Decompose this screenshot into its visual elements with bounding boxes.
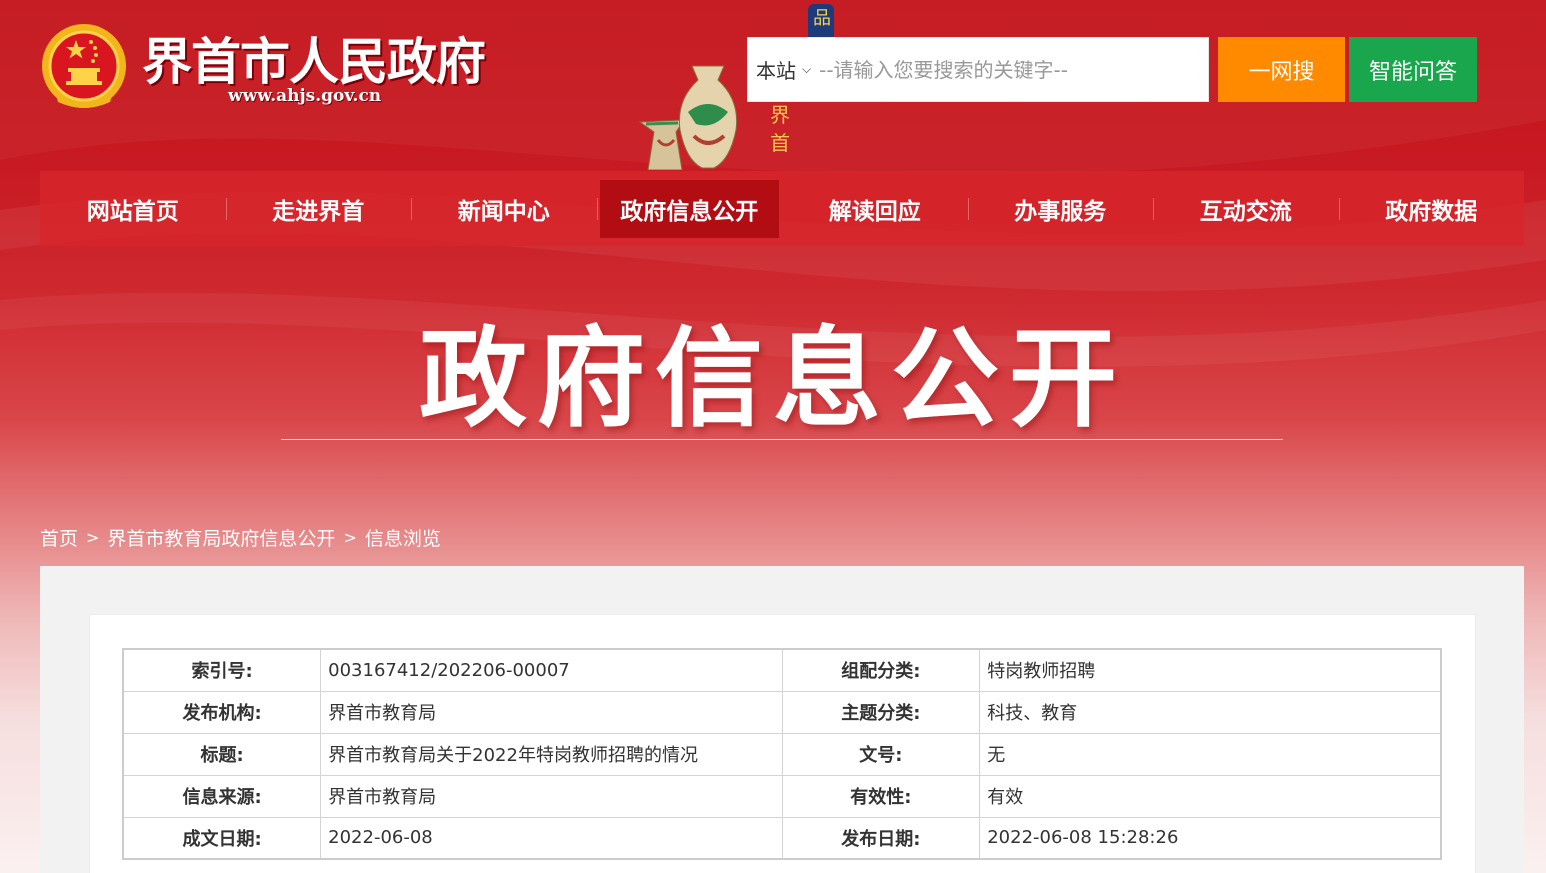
meta-value: 有效 xyxy=(979,774,1442,818)
nav-separator xyxy=(596,197,598,220)
site-url: www.ahjs.gov.cn xyxy=(228,86,382,106)
nav-item-interpretation[interactable]: 解读回应 xyxy=(785,180,969,238)
nav-item-interaction[interactable]: 互动交流 xyxy=(1156,180,1340,238)
table-row: 成文日期: 2022-06-08 发布日期: 2022-06-08 15:28:… xyxy=(122,816,1442,860)
meta-value: 2022-06-08 15:28:26 xyxy=(979,816,1442,860)
table-row: 索引号: 003167412/202206-00007 组配分类: 特岗教师招聘 xyxy=(122,648,1442,692)
breadcrumb: 首页 > 界首市教育局政府信息公开 > 信息浏览 xyxy=(40,524,441,551)
meta-value: 无 xyxy=(979,732,1442,776)
nav-item-services[interactable]: 办事服务 xyxy=(971,180,1154,238)
nav-label: 走进界首 xyxy=(272,198,365,225)
nav-label: 政府信息公开 xyxy=(620,198,759,225)
table-row: 信息来源: 界首市教育局 有效性: 有效 xyxy=(122,774,1442,818)
breadcrumb-separator: > xyxy=(343,528,357,547)
nav-item-gov-info[interactable]: 政府信息公开 xyxy=(599,179,779,238)
nav-item-home[interactable]: 网站首页 xyxy=(43,180,227,238)
meta-label: 主题分类: xyxy=(781,690,981,734)
meta-value: 003167412/202206-00007 xyxy=(320,648,783,692)
search-box: 本站 ⌵ xyxy=(747,37,1209,102)
search-input[interactable] xyxy=(819,38,1208,101)
nav-label: 新闻中心 xyxy=(457,198,550,225)
meta-label: 组配分类: xyxy=(781,648,981,692)
national-emblem-icon[interactable] xyxy=(40,22,128,114)
breadcrumb-home[interactable]: 首页 xyxy=(40,524,78,551)
nav-label: 办事服务 xyxy=(1014,198,1107,225)
meta-value: 科技、教育 xyxy=(979,690,1442,734)
smart-qa-button[interactable]: 智能问答 xyxy=(1349,37,1477,102)
breadcrumb-edu-bureau[interactable]: 界首市教育局政府信息公开 xyxy=(107,524,335,551)
nav-label: 解读回应 xyxy=(828,198,921,225)
meta-value: 界首市教育局关于2022年特岗教师招聘的情况 xyxy=(320,732,783,776)
search-button[interactable]: 一网搜 xyxy=(1218,37,1345,102)
breadcrumb-current[interactable]: 信息浏览 xyxy=(365,524,441,551)
search-scope-label: 本站 xyxy=(756,59,796,83)
meta-label: 索引号: xyxy=(122,648,322,692)
nav-label: 网站首页 xyxy=(86,198,179,225)
meta-label: 发布机构: xyxy=(122,690,322,734)
info-meta-table: 索引号: 003167412/202206-00007 组配分类: 特岗教师招聘… xyxy=(122,648,1442,860)
meta-label: 发布日期: xyxy=(781,816,981,860)
banner-title: 政府信息公开 xyxy=(418,317,1127,442)
meta-label: 成文日期: xyxy=(122,816,322,860)
svg-text:首: 首 xyxy=(770,131,790,155)
meta-label: 信息来源: xyxy=(122,774,322,818)
chevron-down-icon: ⌵ xyxy=(802,62,812,76)
nav-item-gov-data[interactable]: 政府数据 xyxy=(1342,180,1522,238)
svg-text:界: 界 xyxy=(770,103,790,127)
meta-value: 界首市教育局 xyxy=(320,690,783,734)
table-row: 标题: 界首市教育局关于2022年特岗教师招聘的情况 文号: 无 xyxy=(122,732,1442,776)
banner-divider xyxy=(281,439,1283,440)
search-scope-select[interactable]: 本站 ⌵ xyxy=(748,38,819,101)
breadcrumb-separator: > xyxy=(86,528,100,547)
nav-separator xyxy=(967,197,969,220)
main-nav: 网站首页 走进界首 新闻中心 政府信息公开 解读回应 办事服务 互动交流 政府数… xyxy=(40,171,1524,246)
nav-separator xyxy=(411,197,412,220)
nav-separator xyxy=(225,197,227,220)
nav-item-about[interactable]: 走进界首 xyxy=(229,180,412,238)
meta-label: 有效性: xyxy=(781,774,981,818)
meta-value: 特岗教师招聘 xyxy=(979,648,1442,692)
meta-value: 2022-06-08 xyxy=(320,816,783,860)
table-row: 发布机构: 界首市教育局 主题分类: 科技、教育 xyxy=(122,690,1442,734)
svg-text:品: 品 xyxy=(813,8,831,29)
meta-label: 标题: xyxy=(122,732,322,776)
meta-label: 文号: xyxy=(781,732,981,776)
site-title[interactable]: 界首市人民政府 xyxy=(142,22,486,94)
nav-separator xyxy=(1153,197,1154,220)
meta-value: 界首市教育局 xyxy=(320,774,783,818)
nav-label: 互动交流 xyxy=(1199,198,1292,225)
nav-label: 政府数据 xyxy=(1385,198,1478,225)
nav-separator xyxy=(1338,197,1340,220)
nav-item-news[interactable]: 新闻中心 xyxy=(414,180,598,238)
